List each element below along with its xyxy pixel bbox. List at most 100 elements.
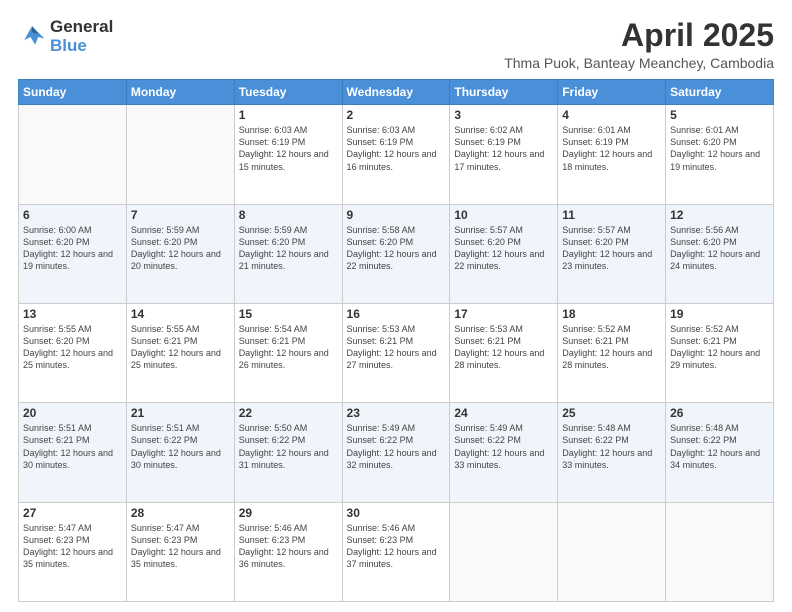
calendar-day-cell: 14 Sunrise: 5:55 AM Sunset: 6:21 PM Dayli… <box>126 303 234 402</box>
day-number: 17 <box>454 307 553 321</box>
day-number: 29 <box>239 506 338 520</box>
header: General Blue April 2025 Thma Puok, Bante… <box>18 18 774 71</box>
day-number: 1 <box>239 108 338 122</box>
calendar-day-cell: 5 Sunrise: 6:01 AM Sunset: 6:20 PM Daylig… <box>666 105 774 204</box>
day-info: Sunrise: 5:53 AM Sunset: 6:21 PM Dayligh… <box>454 323 553 372</box>
calendar-day-cell: 26 Sunrise: 5:48 AM Sunset: 6:22 PM Dayli… <box>666 403 774 502</box>
calendar-day-cell: 19Sunrise: 5:52 AM Sunset: 6:21 PM Dayli… <box>666 303 774 402</box>
day-number: 2 <box>347 108 446 122</box>
day-info: Sunrise: 5:57 AM Sunset: 6:20 PM Dayligh… <box>454 224 553 273</box>
day-number: 13 <box>23 307 122 321</box>
day-info: Sunrise: 5:46 AM Sunset: 6:23 PM Dayligh… <box>239 522 338 571</box>
day-number: 25 <box>562 406 661 420</box>
day-info: Sunrise: 5:49 AM Sunset: 6:22 PM Dayligh… <box>347 422 446 471</box>
calendar-day-cell: 22Sunrise: 5:50 AM Sunset: 6:22 PM Dayli… <box>234 403 342 502</box>
day-info: Sunrise: 5:48 AM Sunset: 6:22 PM Dayligh… <box>562 422 661 471</box>
day-info: Sunrise: 5:54 AM Sunset: 6:21 PM Dayligh… <box>239 323 338 372</box>
day-number: 27 <box>23 506 122 520</box>
day-number: 9 <box>347 208 446 222</box>
calendar-day-cell <box>126 105 234 204</box>
calendar-day-cell: 11 Sunrise: 5:57 AM Sunset: 6:20 PM Dayli… <box>558 204 666 303</box>
day-info: Sunrise: 5:53 AM Sunset: 6:21 PM Dayligh… <box>347 323 446 372</box>
day-number: 12 <box>670 208 769 222</box>
calendar-day-cell <box>450 502 558 601</box>
calendar-header-row: SundayMondayTuesdayWednesdayThursdayFrid… <box>19 80 774 105</box>
calendar-day-cell: 8 Sunrise: 5:59 AM Sunset: 6:20 PM Daylig… <box>234 204 342 303</box>
day-number: 30 <box>347 506 446 520</box>
day-number: 28 <box>131 506 230 520</box>
calendar-week-row: 20 Sunrise: 5:51 AM Sunset: 6:21 PM Dayli… <box>19 403 774 502</box>
calendar-day-cell: 21 Sunrise: 5:51 AM Sunset: 6:22 PM Dayli… <box>126 403 234 502</box>
calendar-day-cell <box>19 105 127 204</box>
location-title: Thma Puok, Banteay Meanchey, Cambodia <box>504 55 774 71</box>
day-number: 20 <box>23 406 122 420</box>
calendar-day-cell: 10 Sunrise: 5:57 AM Sunset: 6:20 PM Dayli… <box>450 204 558 303</box>
calendar-week-row: 27 Sunrise: 5:47 AM Sunset: 6:23 PM Dayli… <box>19 502 774 601</box>
calendar-day-cell: 6 Sunrise: 6:00 AM Sunset: 6:20 PM Daylig… <box>19 204 127 303</box>
day-number: 16 <box>347 307 446 321</box>
day-info: Sunrise: 6:01 AM Sunset: 6:20 PM Dayligh… <box>670 124 769 173</box>
calendar-day-header: Saturday <box>666 80 774 105</box>
day-number: 11 <box>562 208 661 222</box>
calendar-day-cell: 27Sunrise: 5:47 AM Sunset: 6:23 PM Dayli… <box>19 502 127 601</box>
day-info: Sunrise: 5:48 AM Sunset: 6:22 PM Dayligh… <box>670 422 769 471</box>
calendar-day-cell: 13 Sunrise: 5:55 AM Sunset: 6:20 PM Dayli… <box>19 303 127 402</box>
calendar-day-cell <box>558 502 666 601</box>
day-number: 10 <box>454 208 553 222</box>
day-number: 26 <box>670 406 769 420</box>
day-info: Sunrise: 5:59 AM Sunset: 6:20 PM Dayligh… <box>239 224 338 273</box>
day-number: 5 <box>670 108 769 122</box>
day-info: Sunrise: 6:00 AM Sunset: 6:20 PM Dayligh… <box>23 224 122 273</box>
day-number: 21 <box>131 406 230 420</box>
day-info: Sunrise: 5:55 AM Sunset: 6:21 PM Dayligh… <box>131 323 230 372</box>
calendar-day-cell: 1 Sunrise: 6:03 AM Sunset: 6:19 PM Daylig… <box>234 105 342 204</box>
calendar-day-cell: 25 Sunrise: 5:48 AM Sunset: 6:22 PM Dayli… <box>558 403 666 502</box>
calendar-day-cell: 24 Sunrise: 5:49 AM Sunset: 6:22 PM Dayli… <box>450 403 558 502</box>
day-number: 4 <box>562 108 661 122</box>
calendar-day-header: Wednesday <box>342 80 450 105</box>
day-info: Sunrise: 6:03 AM Sunset: 6:19 PM Dayligh… <box>239 124 338 173</box>
calendar-day-cell: 9 Sunrise: 5:58 AM Sunset: 6:20 PM Daylig… <box>342 204 450 303</box>
calendar-day-cell: 23 Sunrise: 5:49 AM Sunset: 6:22 PM Dayli… <box>342 403 450 502</box>
calendar-day-cell: 29 Sunrise: 5:46 AM Sunset: 6:23 PM Dayli… <box>234 502 342 601</box>
day-info: Sunrise: 5:55 AM Sunset: 6:20 PM Dayligh… <box>23 323 122 372</box>
day-info: Sunrise: 5:46 AM Sunset: 6:23 PM Dayligh… <box>347 522 446 571</box>
day-number: 14 <box>131 307 230 321</box>
calendar-day-cell: 12 Sunrise: 5:56 AM Sunset: 6:20 PM Dayli… <box>666 204 774 303</box>
title-block: April 2025 Thma Puok, Banteay Meanchey, … <box>504 18 774 71</box>
day-info: Sunrise: 5:51 AM Sunset: 6:21 PM Dayligh… <box>23 422 122 471</box>
calendar-day-cell: 20 Sunrise: 5:51 AM Sunset: 6:21 PM Dayli… <box>19 403 127 502</box>
calendar-day-header: Thursday <box>450 80 558 105</box>
day-number: 7 <box>131 208 230 222</box>
calendar-week-row: 1 Sunrise: 6:03 AM Sunset: 6:19 PM Daylig… <box>19 105 774 204</box>
day-number: 6 <box>23 208 122 222</box>
day-number: 19 <box>670 307 769 321</box>
day-info: Sunrise: 5:56 AM Sunset: 6:20 PM Dayligh… <box>670 224 769 273</box>
day-info: Sunrise: 5:51 AM Sunset: 6:22 PM Dayligh… <box>131 422 230 471</box>
day-info: Sunrise: 6:01 AM Sunset: 6:19 PM Dayligh… <box>562 124 661 173</box>
month-title: April 2025 <box>504 18 774 53</box>
day-number: 18 <box>562 307 661 321</box>
calendar-table: SundayMondayTuesdayWednesdayThursdayFrid… <box>18 79 774 602</box>
day-info: Sunrise: 5:49 AM Sunset: 6:22 PM Dayligh… <box>454 422 553 471</box>
day-info: Sunrise: 5:58 AM Sunset: 6:20 PM Dayligh… <box>347 224 446 273</box>
calendar-day-header: Monday <box>126 80 234 105</box>
calendar-day-cell: 15 Sunrise: 5:54 AM Sunset: 6:21 PM Dayli… <box>234 303 342 402</box>
day-number: 15 <box>239 307 338 321</box>
day-number: 23 <box>347 406 446 420</box>
calendar-day-header: Tuesday <box>234 80 342 105</box>
calendar-day-cell: 28 Sunrise: 5:47 AM Sunset: 6:23 PM Dayli… <box>126 502 234 601</box>
day-info: Sunrise: 6:02 AM Sunset: 6:19 PM Dayligh… <box>454 124 553 173</box>
calendar-day-header: Friday <box>558 80 666 105</box>
logo: General Blue <box>18 18 113 55</box>
calendar-day-cell: 4 Sunrise: 6:01 AM Sunset: 6:19 PM Daylig… <box>558 105 666 204</box>
day-info: Sunrise: 5:47 AM Sunset: 6:23 PM Dayligh… <box>131 522 230 571</box>
day-number: 8 <box>239 208 338 222</box>
logo-text: General Blue <box>50 18 113 55</box>
day-info: Sunrise: 6:03 AM Sunset: 6:19 PM Dayligh… <box>347 124 446 173</box>
day-number: 24 <box>454 406 553 420</box>
day-info: Sunrise: 5:57 AM Sunset: 6:20 PM Dayligh… <box>562 224 661 273</box>
day-info: Sunrise: 5:59 AM Sunset: 6:20 PM Dayligh… <box>131 224 230 273</box>
calendar-day-cell: 7 Sunrise: 5:59 AM Sunset: 6:20 PM Daylig… <box>126 204 234 303</box>
calendar-day-cell: 18Sunrise: 5:52 AM Sunset: 6:21 PM Dayli… <box>558 303 666 402</box>
